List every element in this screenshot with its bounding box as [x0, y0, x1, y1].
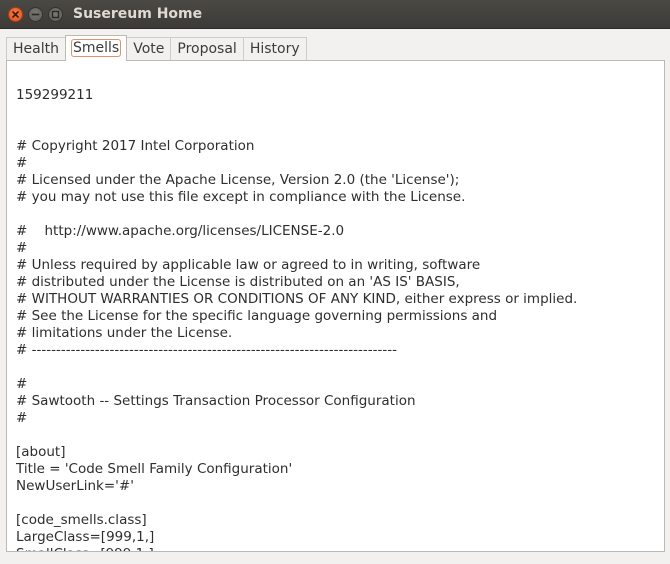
text-line: # distributed under the License is distr…: [16, 274, 460, 290]
config-text[interactable]: 159299211 # Copyright 2017 Intel Corpora…: [16, 87, 578, 551]
title-bar[interactable]: Susereum Home: [0, 0, 670, 29]
tab-label: Health: [13, 41, 59, 57]
text-line: # --------------------------------------…: [16, 342, 397, 358]
text-line: # Copyright 2017 Intel Corporation: [16, 138, 255, 154]
close-icon: [12, 11, 19, 18]
text-line: # Licensed under the Apache License, Ver…: [16, 172, 460, 188]
minimize-button[interactable]: [28, 7, 43, 22]
tab-vote[interactable]: Vote: [126, 37, 172, 61]
tab-label: Smells: [70, 39, 122, 57]
text-line: # http://www.apache.org/licenses/LICENSE…: [16, 223, 345, 239]
text-line: 159299211: [16, 87, 94, 103]
smells-content-pane[interactable]: 159299211 # Copyright 2017 Intel Corpora…: [6, 60, 665, 552]
tab-label: History: [249, 41, 300, 57]
text-line: Title = 'Code Smell Family Configuration…: [16, 461, 293, 477]
window-title: Susereum Home: [73, 6, 203, 22]
text-line: [code_smells.class]: [16, 512, 147, 528]
app-window: Susereum Home Health Smells Vote Proposa…: [0, 0, 670, 564]
text-line: # limitations under the License.: [16, 325, 233, 341]
tab-history[interactable]: History: [242, 37, 307, 61]
text-line: [about]: [16, 444, 66, 460]
tab-smells[interactable]: Smells: [64, 35, 128, 61]
text-line: # WITHOUT WARRANTIES OR CONDITIONS OF AN…: [16, 291, 578, 307]
tab-health[interactable]: Health: [6, 37, 66, 61]
text-line: LargeClass=[999,1,]: [16, 529, 155, 545]
text-line: NewUserLink='#': [16, 478, 134, 494]
minimize-icon: [31, 13, 40, 16]
maximize-button[interactable]: [48, 7, 63, 22]
maximize-icon: [51, 10, 60, 19]
text-line: # Sawtooth -- Settings Transaction Proce…: [16, 393, 416, 409]
tab-label: Vote: [133, 41, 165, 57]
text-line: #: [16, 240, 28, 256]
text-line: #: [16, 410, 28, 426]
close-button[interactable]: [8, 7, 23, 22]
tab-bar: Health Smells Vote Proposal History: [6, 35, 307, 61]
text-line: # you may not use this file except in co…: [16, 189, 466, 205]
tab-proposal[interactable]: Proposal: [170, 37, 244, 61]
tab-label: Proposal: [177, 41, 237, 57]
text-line: # See the License for the specific langu…: [16, 308, 498, 324]
text-line: SmallClass=[999,1,]: [16, 546, 154, 551]
text-line: #: [16, 376, 28, 392]
text-line: #: [16, 155, 28, 171]
text-line: # Unless required by applicable law or a…: [16, 257, 481, 273]
